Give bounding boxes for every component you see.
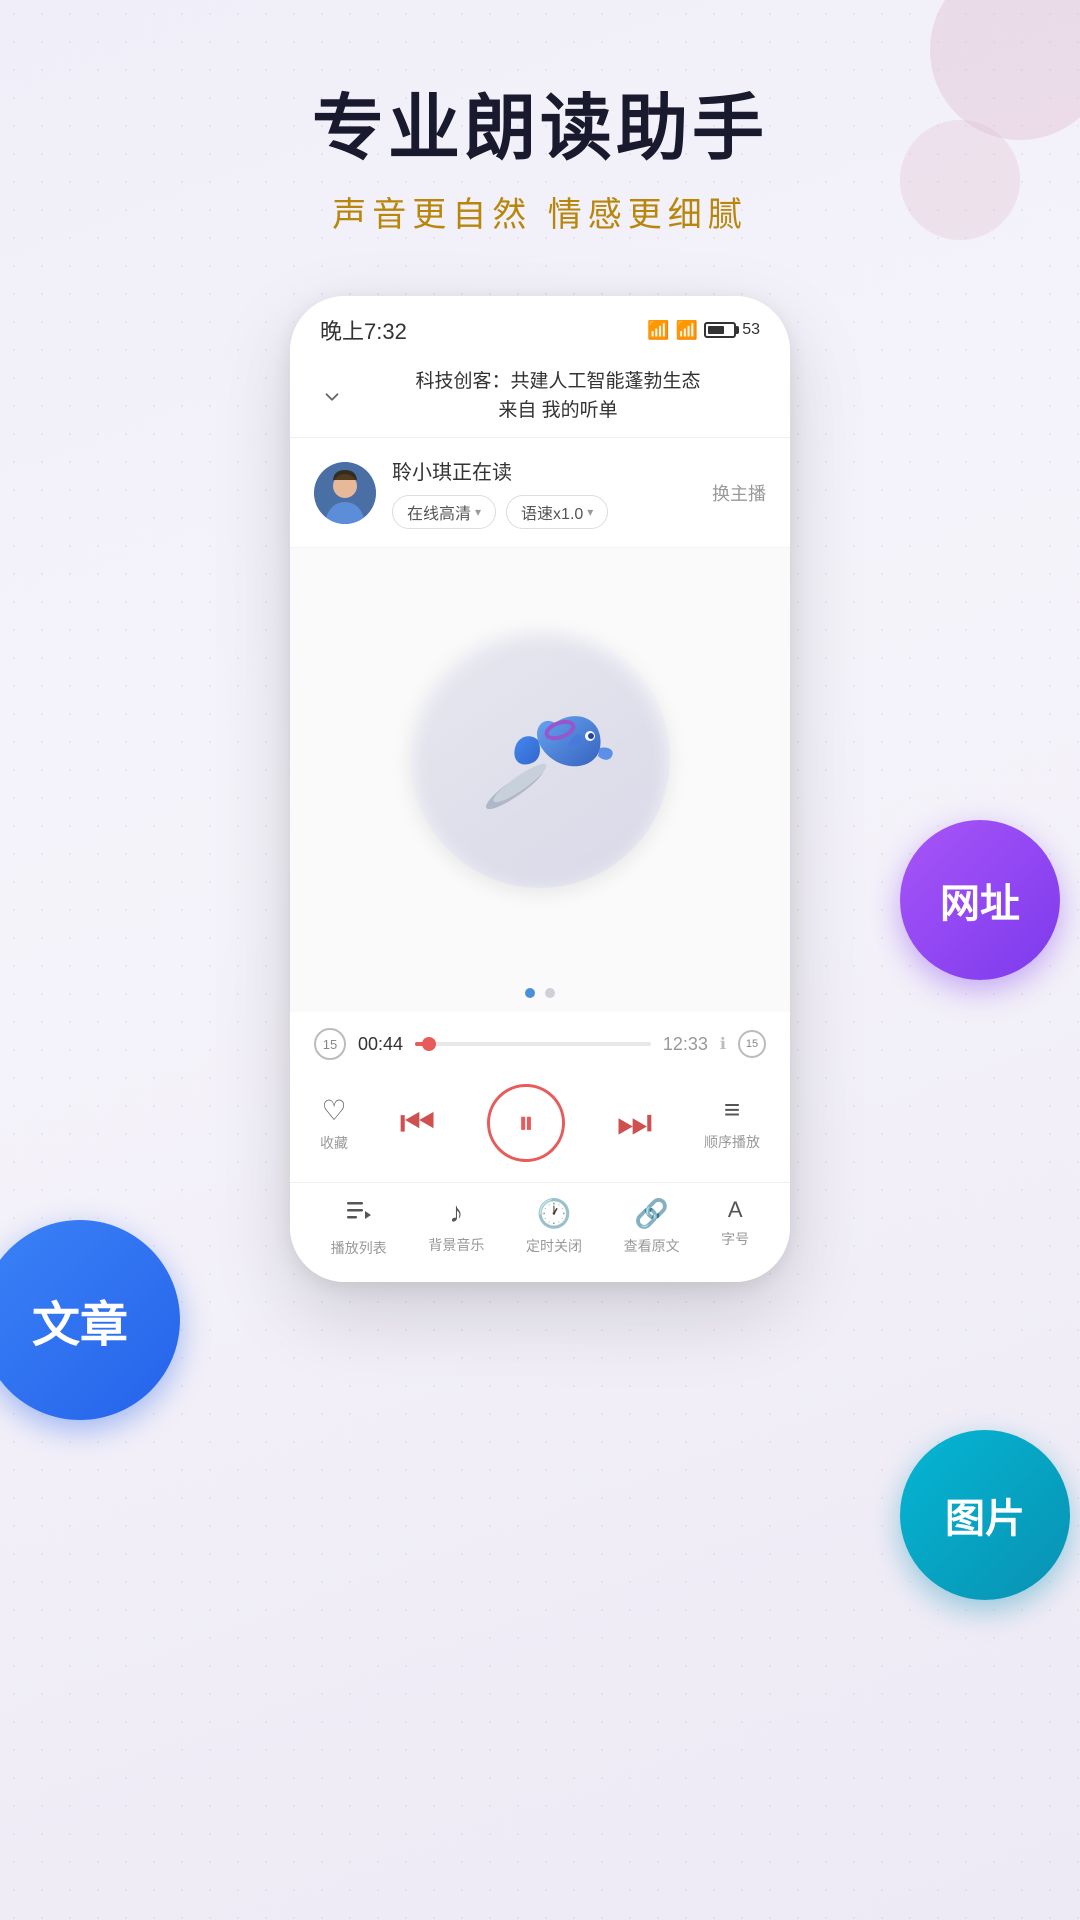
phone-container: 晚上7:32 📶 📶 53 科技创客：共建人工智能蓬勃生态 来自 我的听单: [0, 296, 1080, 1282]
heart-icon: ♡: [321, 1094, 346, 1127]
pagination-dot-1[interactable]: [525, 988, 535, 998]
album-area: [290, 548, 790, 968]
playlist-button[interactable]: 播放列表: [331, 1197, 387, 1258]
current-time: 00:44: [358, 1034, 403, 1055]
signal-icon-1: 📶: [647, 320, 669, 341]
fab-tupian-label: 图片: [945, 1486, 1025, 1544]
reader-section: 聆小琪正在读 在线高清 ▾ 语速x1.0 ▾ 换主播: [290, 438, 790, 548]
playback-controls: ♡ 收藏 ⏮ ⏸ ⏭ ≡ 顺序播放: [290, 1068, 790, 1182]
header-section: 专业朗读助手 声音更自然 情感更细腻: [0, 0, 1080, 236]
timer-button[interactable]: 🕐 定时关闭: [526, 1197, 582, 1258]
progress-fill: [415, 1042, 429, 1046]
playlist-label: 播放列表: [331, 1238, 387, 1258]
battery-icon: [704, 322, 736, 338]
speed-arrow: ▾: [587, 505, 593, 519]
fab-wenzhang-label: 文章: [32, 1285, 128, 1355]
bottom-toolbar: 播放列表 ♪ 背景音乐 🕐 定时关闭 🔗 查看原文 A 字号: [290, 1182, 790, 1282]
fab-tupian[interactable]: 图片: [900, 1430, 1070, 1600]
playlist-order-label: 顺序播放: [704, 1132, 760, 1152]
font-label: 字号: [721, 1229, 749, 1249]
font-button[interactable]: A 字号: [721, 1197, 749, 1258]
change-host-button[interactable]: 换主播: [712, 480, 766, 506]
nav-bar: 科技创客：共建人工智能蓬勃生态 来自 我的听单: [290, 356, 790, 438]
favorite-button[interactable]: ♡ 收藏: [320, 1094, 348, 1153]
nav-title-line1: 科技创客：共建人工智能蓬勃生态: [350, 368, 766, 397]
playlist-icon: [345, 1197, 373, 1232]
phone-mockup: 晚上7:32 📶 📶 53 科技创客：共建人工智能蓬勃生态 来自 我的听单: [290, 296, 790, 1282]
next-button[interactable]: ⏭: [617, 1101, 653, 1146]
nav-title: 科技创客：共建人工智能蓬勃生态 来自 我的听单: [350, 368, 766, 425]
music-button[interactable]: ♪ 背景音乐: [428, 1197, 484, 1258]
fab-wangzhi[interactable]: 网址: [900, 820, 1060, 980]
reader-info: 聆小琪正在读 在线高清 ▾ 语速x1.0 ▾: [392, 456, 696, 529]
original-label: 查看原文: [624, 1236, 680, 1256]
music-icon: ♪: [449, 1197, 463, 1229]
prev-button[interactable]: ⏮: [400, 1101, 436, 1146]
sub-title: 声音更自然 情感更细腻: [0, 187, 1080, 236]
battery-level: 53: [742, 321, 760, 339]
prev-icon: ⏮: [400, 1101, 436, 1146]
fab-wangzhi-label: 网址: [940, 871, 1020, 929]
play-pause-button[interactable]: ⏸: [487, 1084, 565, 1162]
next-icon: ⏭: [617, 1101, 653, 1146]
info-icon[interactable]: ℹ: [720, 1034, 726, 1054]
total-time: 12:33: [663, 1034, 708, 1055]
status-bar: 晚上7:32 📶 📶 53: [290, 296, 790, 356]
pagination-dot-2[interactable]: [545, 988, 555, 998]
quality-arrow: ▾: [475, 505, 481, 519]
playlist-order-button[interactable]: ≡ 顺序播放: [704, 1094, 760, 1152]
original-button[interactable]: 🔗 查看原文: [624, 1197, 680, 1258]
dolphin-logo: [460, 678, 620, 838]
status-time: 晚上7:32: [320, 314, 407, 346]
favorite-label: 收藏: [320, 1133, 348, 1153]
link-icon: 🔗: [634, 1197, 669, 1230]
progress-bar[interactable]: [415, 1042, 651, 1046]
quality-tag[interactable]: 在线高清 ▾: [392, 495, 496, 529]
timer-close-label: 定时关闭: [526, 1236, 582, 1256]
speed-tag[interactable]: 语速x1.0 ▾: [506, 495, 608, 529]
reader-name: 聆小琪正在读: [392, 456, 696, 485]
album-circle: [410, 628, 670, 888]
pause-icon: ⏸: [518, 1104, 534, 1142]
timer-skip-icon[interactable]: 15: [314, 1028, 346, 1060]
battery-fill: [708, 326, 724, 334]
font-icon: A: [728, 1197, 743, 1223]
nav-title-line2: 来自 我的听单: [350, 397, 766, 426]
progress-thumb: [422, 1037, 436, 1051]
music-label: 背景音乐: [428, 1235, 484, 1255]
main-title: 专业朗读助手: [0, 90, 1080, 169]
nav-back-button[interactable]: [314, 379, 350, 415]
reader-tags: 在线高清 ▾ 语速x1.0 ▾: [392, 495, 696, 529]
avatar: [314, 462, 376, 524]
progress-section: 15 00:44 12:33 ℹ 15: [290, 1012, 790, 1068]
playlist-order-icon: ≡: [724, 1094, 740, 1126]
pagination-dots: [290, 968, 790, 1012]
speed-chip[interactable]: 15: [738, 1030, 766, 1058]
signal-icon-2: 📶: [676, 320, 698, 341]
clock-icon: 🕐: [537, 1197, 572, 1230]
status-icons: 📶 📶 53: [647, 320, 760, 341]
